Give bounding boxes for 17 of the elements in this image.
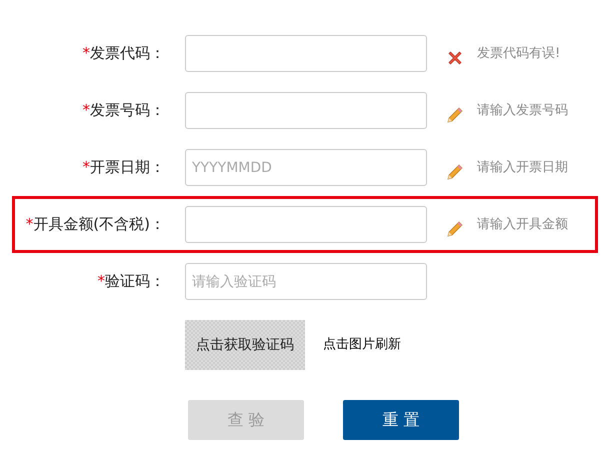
field-label: *验证码：	[98, 272, 165, 290]
field-label: *发票号码：	[82, 101, 165, 120]
captcha-image[interactable]: 点击获取验证码	[185, 320, 305, 370]
input-field[interactable]: YYYYMMDD	[185, 149, 427, 186]
input-field[interactable]: 请输入验证码	[185, 263, 427, 300]
hint-text: 发票代码有误!	[477, 44, 560, 63]
field-label: *发票代码：	[82, 44, 165, 62]
reset-button[interactable]: 重 置	[343, 400, 459, 440]
input-field[interactable]	[185, 92, 427, 129]
hint-text: 请输入发票号码	[477, 102, 568, 120]
field-label: *开具金额(不含税)：	[26, 215, 165, 234]
refresh-hint: 点击图片刷新	[323, 336, 401, 354]
input-field[interactable]	[185, 35, 427, 72]
hint-text: 请输入开具金额	[477, 216, 568, 234]
field-label: *开票日期：	[82, 158, 165, 176]
hint-text: 请输入开票日期	[477, 158, 568, 177]
input-field[interactable]	[185, 206, 427, 243]
